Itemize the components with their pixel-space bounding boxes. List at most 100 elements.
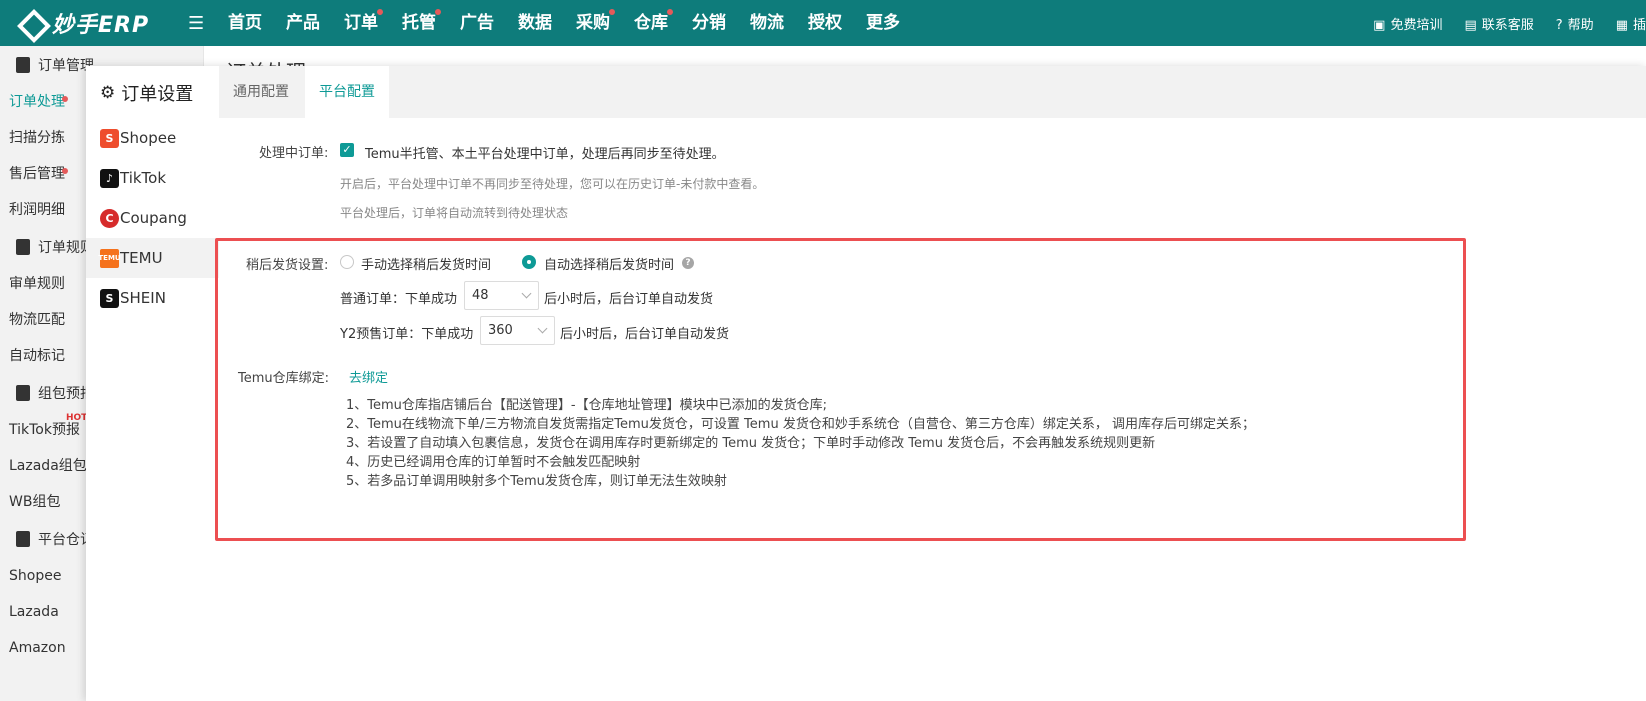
sidebar-item-label: 审单规则 bbox=[9, 276, 65, 292]
presale-order-suffix: 后小时后，后台订单自动发货 bbox=[560, 327, 730, 342]
document-icon bbox=[16, 57, 30, 73]
chevron-down-icon bbox=[521, 288, 532, 299]
platform-list: S Shopee ♪ TikTok C Coupang TEMU TEMU S SHEIN bbox=[86, 118, 219, 318]
nav-item[interactable]: 授权 bbox=[796, 0, 854, 46]
warehouse-note: 2、Temu在线物流下单/三方物流自发货需指定Temu发货仓，可设置 Temu … bbox=[346, 417, 1255, 432]
normal-order-hours-value: 48 bbox=[472, 288, 489, 303]
nav-item[interactable]: 采购 bbox=[564, 0, 622, 46]
nav-item[interactable]: 更多 bbox=[854, 0, 912, 46]
nav-item[interactable]: 广告 bbox=[448, 0, 506, 46]
sidebar-item-label: TikTok预报 bbox=[9, 422, 80, 438]
sidebar-item-label: Shopee bbox=[9, 568, 62, 584]
processing-hint-2: 平台处理后，订单将自动流转到待处理状态 bbox=[340, 206, 569, 220]
platform-item-shopee[interactable]: S Shopee bbox=[86, 118, 219, 158]
nav-item[interactable]: 托管 bbox=[390, 0, 448, 46]
manual-delay-label: 手动选择稍后发货时间 bbox=[361, 258, 492, 273]
platform-item-label: TEMU bbox=[120, 249, 163, 267]
nav-item[interactable]: 物流 bbox=[738, 0, 796, 46]
nav-item-label: 仓库 bbox=[634, 13, 668, 33]
nav-item-label: 分销 bbox=[692, 13, 726, 33]
nav-item[interactable]: 首页 bbox=[216, 0, 274, 46]
document-icon bbox=[16, 531, 30, 547]
nav-item[interactable]: 数据 bbox=[506, 0, 564, 46]
sidebar-item-label: WB组包 bbox=[9, 494, 61, 510]
shopee-icon: S bbox=[100, 128, 119, 148]
sidebar-item-label: 售后管理 bbox=[9, 166, 65, 182]
manual-delay-radio[interactable] bbox=[340, 255, 354, 269]
free-training-link[interactable]: ▣ 免费培训 bbox=[1373, 14, 1442, 33]
logo-text: 妙手ERP bbox=[52, 13, 150, 38]
top-navbar: 妙手ERP ☰ 首页 产品 订单 托管 广告 数据 采购 仓库 分销 物流 授权 更多 ▣ 免费培训 ▤… bbox=[0, 0, 1646, 46]
nav-item[interactable]: 分销 bbox=[680, 0, 738, 46]
contact-support-label: 联系客服 bbox=[1481, 17, 1534, 33]
presale-order-prefix: Y2预售订单：下单成功 bbox=[340, 327, 474, 342]
notification-dot bbox=[435, 9, 441, 15]
platform-item-label: TikTok bbox=[120, 169, 167, 187]
nav-item-label: 更多 bbox=[866, 13, 900, 33]
platform-item-tiktok[interactable]: ♪ TikTok bbox=[86, 158, 219, 198]
highlight-box bbox=[215, 238, 1466, 541]
processing-orders-label: 处理中订单: bbox=[259, 146, 329, 161]
top-right-links: ▣ 免费培训 ▤ 联系客服 ? 帮助 ▦ 插 bbox=[1351, 0, 1646, 46]
plugin-link[interactable]: ▦ 插 bbox=[1616, 14, 1646, 33]
warehouse-note: 1、Temu仓库指店铺后台【配送管理】-【仓库地址管理】模块中已添加的发货仓库; bbox=[346, 398, 827, 413]
bind-warehouse-link[interactable]: 去绑定 bbox=[349, 367, 388, 386]
notification-dot bbox=[62, 168, 68, 174]
nav-item-label: 订单 bbox=[344, 13, 378, 33]
platform-item-coupang[interactable]: C Coupang bbox=[86, 198, 219, 238]
platform-config-content: 处理中订单: ✓ Temu半托管、本土平台处理中订单，处理后再同步至待处理。 开… bbox=[215, 118, 1646, 701]
nav-item-label: 广告 bbox=[460, 13, 494, 33]
tiktok-icon: ♪ bbox=[100, 168, 119, 188]
chat-icon: ▤ bbox=[1464, 17, 1477, 33]
nav-item-label: 托管 bbox=[402, 13, 436, 33]
auto-delay-label: 自动选择稍后发货时间 bbox=[544, 258, 675, 273]
help-link[interactable]: ? 帮助 bbox=[1556, 14, 1594, 33]
notification-dot bbox=[609, 9, 615, 15]
presale-order-hours-select[interactable]: 360 bbox=[480, 316, 555, 345]
free-training-label: 免费培训 bbox=[1390, 17, 1443, 33]
nav-item-label: 数据 bbox=[518, 13, 552, 33]
nav-item[interactable]: 订单 bbox=[332, 0, 390, 46]
platform-item-label: Coupang bbox=[120, 209, 187, 227]
logo[interactable]: 妙手ERP bbox=[0, 7, 186, 39]
notification-dot bbox=[377, 9, 383, 15]
logo-mark-icon bbox=[16, 8, 46, 38]
platform-item-label: Shopee bbox=[120, 129, 177, 147]
temu-warehouse-label: Temu仓库绑定: bbox=[238, 371, 330, 386]
sidebar-item-label: Lazada bbox=[9, 604, 59, 620]
chevron-down-icon bbox=[537, 323, 548, 334]
contact-support-link[interactable]: ▤ 联系客服 bbox=[1464, 14, 1533, 33]
nav-item-label: 首页 bbox=[228, 13, 262, 33]
clipboard-icon bbox=[16, 385, 30, 401]
main-nav: 首页 产品 订单 托管 广告 数据 采购 仓库 分销 物流 授权 更多 bbox=[216, 0, 912, 46]
warehouse-note: 5、若多品订单调用映射多个Temu发货仓库，则订单无法生效映射 bbox=[346, 474, 727, 489]
coupang-icon: C bbox=[100, 208, 119, 228]
shein-icon: S bbox=[100, 288, 119, 308]
notification-dot bbox=[667, 9, 673, 15]
question-icon: ? bbox=[1555, 17, 1563, 33]
help-icon[interactable]: ? bbox=[682, 257, 694, 269]
platform-item-shein[interactable]: S SHEIN bbox=[86, 278, 219, 318]
nav-item-label: 产品 bbox=[286, 13, 320, 33]
nav-item-label: 授权 bbox=[808, 13, 842, 33]
processing-orders-checkbox[interactable]: ✓ bbox=[340, 143, 354, 157]
modal-tabs: 通用配置 平台配置 bbox=[219, 66, 1646, 118]
processing-hint-1: 开启后，平台处理中订单不再同步至待处理，您可以在历史订单-未付款中查看。 bbox=[340, 177, 765, 191]
notification-dot bbox=[62, 96, 68, 102]
processing-orders-text: Temu半托管、本土平台处理中订单，处理后再同步至待处理。 bbox=[365, 147, 725, 162]
normal-order-suffix: 后小时后，后台订单自动发货 bbox=[544, 292, 714, 307]
delayed-shipping-label: 稍后发货设置: bbox=[246, 258, 329, 273]
menu-icon[interactable]: ☰ bbox=[188, 13, 206, 34]
tab-general-config[interactable]: 通用配置 bbox=[219, 66, 303, 118]
nav-item[interactable]: 产品 bbox=[274, 0, 332, 46]
platform-item-temu[interactable]: TEMU TEMU bbox=[86, 238, 219, 278]
auto-delay-radio[interactable] bbox=[522, 255, 536, 269]
tab-platform-config[interactable]: 平台配置 bbox=[305, 66, 389, 118]
sidebar-item-label: 物流匹配 bbox=[9, 312, 65, 328]
help-label: 帮助 bbox=[1567, 17, 1594, 33]
normal-order-hours-select[interactable]: 48 bbox=[464, 281, 539, 310]
sidebar-item-label: 自动标记 bbox=[9, 348, 65, 364]
nav-item[interactable]: 仓库 bbox=[622, 0, 680, 46]
modal-platform-panel: ⚙ 订单设置 S Shopee ♪ TikTok C Coupang TEMU TEMU S SH… bbox=[86, 66, 219, 701]
platform-item-label: SHEIN bbox=[120, 289, 166, 307]
